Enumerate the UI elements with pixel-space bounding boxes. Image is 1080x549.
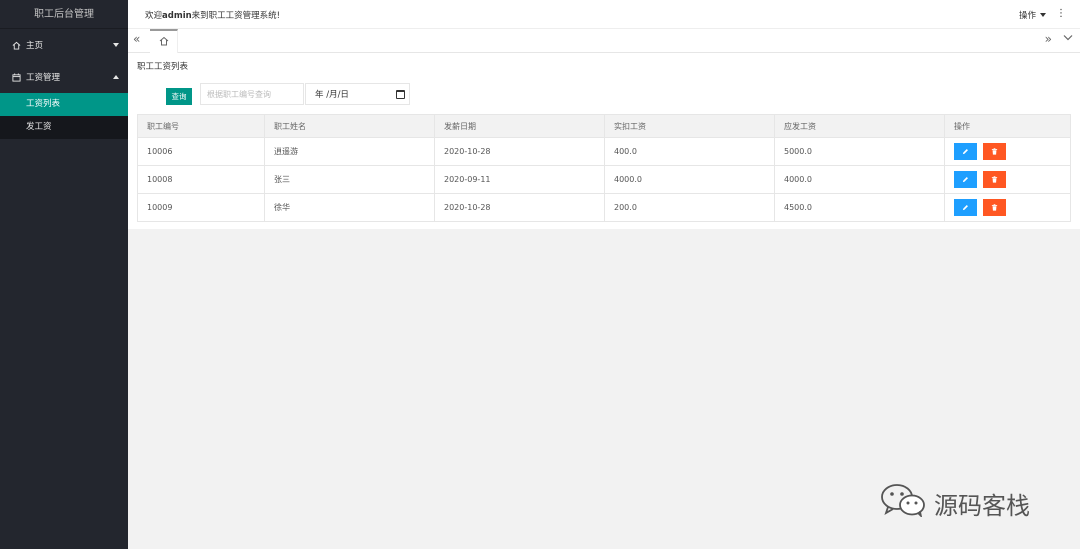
pay-date-input[interactable]: 年 /月/日 [305,83,410,105]
sidebar-item-label: 主页 [26,41,44,51]
welcome-message: 欢迎admin来到职工工资管理系统! [145,9,280,21]
calendar-icon [10,72,22,82]
watermark-text: 源码客栈 [934,491,1030,520]
cell-employee-name: 逍遥游 [264,137,435,166]
table-header-row: 职工编号 职工姓名 发薪日期 实扣工资 应发工资 操作 [137,114,1071,138]
query-button[interactable]: 查询 [166,88,192,105]
cell-actions [944,165,1071,194]
cell-gross: 4000.0 [774,165,945,194]
top-header: 欢迎admin来到职工工资管理系统! 操作 ⋮ [128,0,1080,29]
column-header: 应发工资 [774,114,945,138]
sidebar-item-label: 工资管理 [26,73,61,83]
cell-actions [944,137,1071,166]
delete-button[interactable] [983,143,1006,160]
operations-label: 操作 [1018,11,1036,21]
sidebar-item-salary-management[interactable]: 工资管理 [0,61,128,93]
cell-pay-date: 2020-10-28 [434,193,605,222]
chevron-up-icon [113,75,119,79]
column-header: 实扣工资 [604,114,775,138]
sidebar-item-pay-salary[interactable]: 发工资 [0,116,128,139]
cell-employee-name: 张三 [264,165,435,194]
chevron-down-icon[interactable] [1063,34,1073,44]
cell-employee-name: 徐华 [264,193,435,222]
pencil-icon [962,149,968,155]
home-icon [10,41,22,50]
welcome-prefix: 欢迎 [145,11,163,21]
cell-deducted: 400.0 [604,137,775,166]
edit-button[interactable] [954,171,977,188]
calendar-icon[interactable] [396,90,405,99]
salary-submenu: 工资列表 发工资 [0,93,128,139]
sidebar-item-home[interactable]: 主页 [0,29,128,61]
delete-button[interactable] [983,171,1006,188]
main-content: 职工工资列表 查询 年 /月/日 职工编号 职工姓名 发薪日期 实扣工资 应发工… [128,53,1080,229]
current-user: admin [162,11,192,21]
more-vertical-icon[interactable]: ⋮ [1056,8,1066,19]
edit-button[interactable] [954,199,977,216]
trash-icon [991,176,998,183]
cell-deducted: 4000.0 [604,165,775,194]
column-header: 发薪日期 [434,114,605,138]
app-logo-title: 职工后台管理 [0,0,128,29]
column-header: 职工姓名 [264,114,435,138]
pencil-icon [962,205,968,211]
column-header: 职工编号 [137,114,265,138]
tabs-bar: « » [128,29,1080,53]
cell-pay-date: 2020-09-11 [434,165,605,194]
page-title: 职工工资列表 [137,62,189,72]
scroll-tabs-left-icon[interactable]: « [133,32,140,46]
watermark: 源码客栈 [880,483,1030,523]
trash-icon [991,204,998,211]
operations-dropdown[interactable]: 操作 [1019,9,1046,21]
edit-button[interactable] [954,143,977,160]
sidebar: 职工后台管理 主页 工资管理 工资列表 发工资 [0,0,128,549]
table-row: 10009 徐华 2020-10-28 200.0 4500.0 [137,193,1071,222]
salary-table: 职工编号 职工姓名 发薪日期 实扣工资 应发工资 操作 10006 逍遥游 20… [137,114,1071,222]
welcome-suffix: 来到职工工资管理系统! [191,11,281,21]
cell-employee-id: 10008 [137,165,265,194]
home-icon [159,36,169,49]
caret-down-icon [1040,13,1046,17]
cell-actions [944,193,1071,222]
scroll-tabs-right-icon[interactable]: » [1045,32,1052,46]
cell-employee-id: 10009 [137,193,265,222]
delete-button[interactable] [983,199,1006,216]
tab-home[interactable] [150,29,178,53]
cell-pay-date: 2020-10-28 [434,137,605,166]
cell-gross: 4500.0 [774,193,945,222]
employee-id-search-input[interactable] [200,83,304,105]
wechat-icon [880,483,926,523]
pencil-icon [962,177,968,183]
date-placeholder: 年 /月/日 [315,90,349,100]
trash-icon [991,148,998,155]
table-row: 10006 逍遥游 2020-10-28 400.0 5000.0 [137,137,1071,166]
cell-gross: 5000.0 [774,137,945,166]
cell-employee-id: 10006 [137,137,265,166]
cell-deducted: 200.0 [604,193,775,222]
column-header: 操作 [944,114,1071,138]
table-row: 10008 张三 2020-09-11 4000.0 4000.0 [137,165,1071,194]
sidebar-item-salary-list[interactable]: 工资列表 [0,93,128,116]
chevron-down-icon [113,43,119,47]
